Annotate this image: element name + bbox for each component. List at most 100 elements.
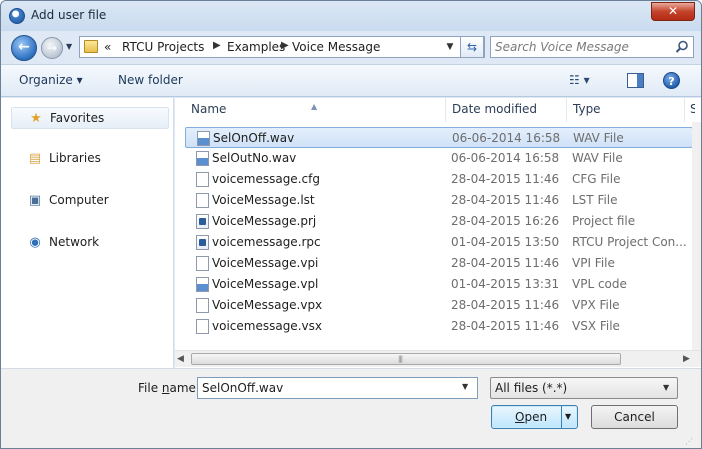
cancel-button[interactable]: Cancel <box>591 405 678 429</box>
file-row[interactable]: voicemessage.vsx 28-04-2015 11:46 VSX File <box>185 316 693 337</box>
close-button[interactable]: ✕ <box>651 2 695 21</box>
file-date-modified: 28-04-2015 16:26 <box>451 214 560 228</box>
file-type: LST File <box>572 193 618 207</box>
file-name: SelOnOff.wav <box>213 131 295 145</box>
search-icon[interactable] <box>675 40 689 54</box>
breadcrumb-overflow[interactable]: « <box>104 40 111 54</box>
scroll-left-icon[interactable]: ◀ <box>177 354 184 364</box>
column-header-name[interactable]: Name ▲ <box>175 98 445 122</box>
dialog-footer: File name: SelOnOff.wav ▼ All files (*.*… <box>1 368 701 448</box>
filename-label: File name: <box>138 381 200 395</box>
rtcu-file-icon <box>196 235 209 250</box>
network-icon: ◉ <box>29 235 41 250</box>
forward-button[interactable]: → <box>41 37 63 59</box>
file-row[interactable]: VoiceMessage.prj 28-04-2015 16:26 Project … <box>185 211 693 232</box>
scroll-right-icon[interactable]: ▶ <box>683 354 690 364</box>
search-input[interactable] <box>495 39 665 55</box>
search-box[interactable] <box>490 36 694 58</box>
column-header-size[interactable]: S <box>685 98 695 122</box>
file-row[interactable]: voicemessage.rpc 01-04-2015 13:50 RTCU Pro… <box>185 232 693 253</box>
breadcrumb-rtcu-projects[interactable]: RTCU Projects <box>122 40 204 54</box>
file-name: voicemessage.vsx <box>212 319 322 333</box>
breadcrumb-examples[interactable]: Examples <box>227 40 285 54</box>
file-date-modified: 28-04-2015 11:46 <box>451 298 560 312</box>
new-folder-button[interactable]: New folder <box>118 73 183 87</box>
grip-icon: ||| <box>398 355 403 363</box>
column-header-label: S <box>690 102 695 116</box>
file-date-modified: 06-06-2014 16:58 <box>451 151 560 165</box>
vertical-scrollbar[interactable] <box>692 122 701 350</box>
file-icon <box>196 172 209 187</box>
resize-grip-icon[interactable]: ⋰ <box>685 437 697 447</box>
file-date-modified: 28-04-2015 11:46 <box>451 319 560 333</box>
file-type-filter-value: All files (*.*) <box>495 381 568 395</box>
file-row[interactable]: VoiceMessage.vpi 28-04-2015 11:46 VPI File <box>185 253 693 274</box>
horizontal-scrollbar[interactable]: ◀ ||| ▶ <box>175 350 701 367</box>
file-row[interactable]: SelOutNo.wav 06-06-2014 16:58 WAV File <box>185 148 693 169</box>
file-date-modified: 28-04-2015 11:46 <box>451 172 560 186</box>
file-name: VoiceMessage.vpx <box>212 298 323 312</box>
file-row[interactable]: VoiceMessage.vpl 01-04-2015 13:31 VPL code <box>185 274 693 295</box>
file-type: Project file <box>572 214 636 228</box>
file-name: SelOutNo.wav <box>212 151 297 165</box>
column-header-date-modified[interactable]: Date modified <box>446 98 566 122</box>
breadcrumb-voice-message[interactable]: Voice Message <box>292 40 380 54</box>
breadcrumb-separator-icon[interactable]: ▶ <box>281 40 289 51</box>
filename-combobox[interactable]: SelOnOff.wav ▼ <box>197 377 478 399</box>
nav-item-label: Libraries <box>49 151 101 165</box>
star-icon: ★ <box>30 111 42 126</box>
window-title: Add user file <box>31 8 107 22</box>
file-icon <box>196 193 209 208</box>
column-header-label: Type <box>573 102 601 116</box>
organize-menu-button[interactable]: Organize ▾ <box>19 73 83 87</box>
address-dropdown-chevron-icon[interactable]: ▼ <box>441 37 459 57</box>
file-icon <box>196 256 209 271</box>
open-button[interactable]: Open ▼ <box>491 405 578 429</box>
column-header-label: Name <box>191 102 227 116</box>
nav-item-label: Network <box>49 235 100 249</box>
help-icon[interactable]: ? <box>663 72 680 89</box>
computer-icon: ▣ <box>28 193 42 208</box>
nav-item-label: Favorites <box>50 111 105 125</box>
split-divider <box>561 406 562 428</box>
title-bar[interactable]: Add user file ✕ <box>1 1 701 31</box>
address-bar[interactable]: « RTCU Projects ▶ Examples ▶ Voice Messa… <box>79 36 485 58</box>
recent-locations-chevron-icon[interactable]: ▼ <box>66 42 76 52</box>
scrollbar-thumb[interactable]: ||| <box>191 353 621 365</box>
file-icon <box>196 319 209 334</box>
open-options-chevron-icon[interactable]: ▼ <box>565 412 571 421</box>
open-button-label: Open <box>515 410 548 424</box>
command-toolbar: Organize ▾ New folder ☷ ▾ ? <box>1 64 701 97</box>
file-row[interactable]: voicemessage.cfg 28-04-2015 11:46 CFG File <box>185 169 693 190</box>
audio-file-icon <box>197 131 210 146</box>
file-row[interactable]: VoiceMessage.vpx 28-04-2015 11:46 VPX File <box>185 295 693 316</box>
filename-value[interactable]: SelOnOff.wav <box>202 381 283 395</box>
preview-pane-icon[interactable] <box>627 73 644 88</box>
file-date-modified: 01-04-2015 13:50 <box>451 235 560 249</box>
file-row[interactable]: SelOnOff.wav 06-06-2014 16:58 WAV File <box>185 127 693 148</box>
column-header-type[interactable]: Type <box>567 98 684 122</box>
navigation-pane: ★ Favorites ▤ Libraries ▣ Computer ◉ Net… <box>1 98 174 368</box>
file-type: VPI File <box>572 256 615 270</box>
chevron-down-icon[interactable]: ▼ <box>663 383 669 392</box>
file-name: VoiceMessage.vpi <box>212 256 319 270</box>
nav-item-libraries[interactable]: ▤ Libraries <box>11 148 169 170</box>
app-icon <box>9 8 25 24</box>
add-user-file-dialog: Add user file ✕ ← → ▼ « RTCU Projects ▶ … <box>0 0 702 449</box>
sort-ascending-icon: ▲ <box>311 102 318 111</box>
back-button[interactable]: ← <box>11 35 37 61</box>
chevron-down-icon[interactable]: ▼ <box>462 382 468 391</box>
file-name: VoiceMessage.vpl <box>212 277 319 291</box>
file-type: WAV File <box>572 151 623 165</box>
file-row[interactable]: VoiceMessage.lst 28-04-2015 11:46 LST File <box>185 190 693 211</box>
file-date-modified: 01-04-2015 13:31 <box>451 277 560 291</box>
nav-item-computer[interactable]: ▣ Computer <box>11 190 169 212</box>
nav-item-network[interactable]: ◉ Network <box>11 232 169 254</box>
file-type-filter-select[interactable]: All files (*.*) ▼ <box>490 377 678 399</box>
nav-item-favorites[interactable]: ★ Favorites <box>11 107 169 129</box>
file-date-modified: 28-04-2015 11:46 <box>451 256 560 270</box>
vpl-file-icon <box>196 277 209 292</box>
refresh-button[interactable]: ⇆ <box>460 36 484 58</box>
breadcrumb-separator-icon[interactable]: ▶ <box>213 40 221 51</box>
change-view-button[interactable]: ☷ ▾ <box>569 73 609 91</box>
